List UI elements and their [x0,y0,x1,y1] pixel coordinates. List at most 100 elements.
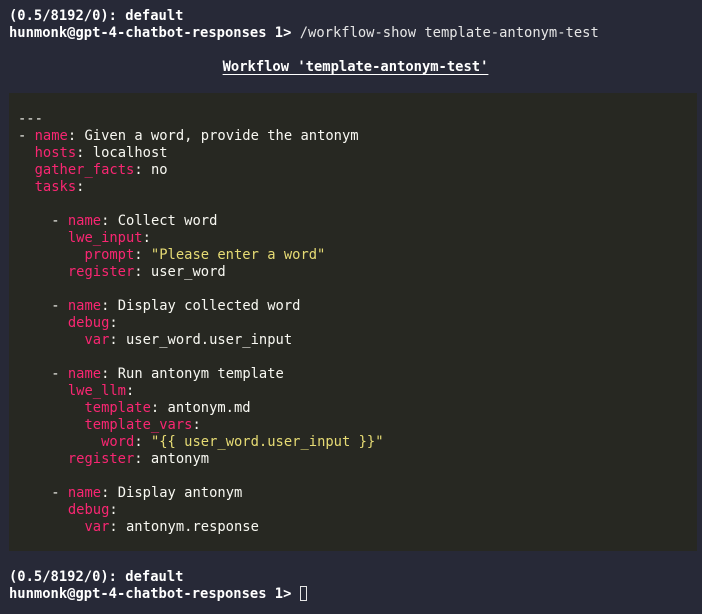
yaml-key: lwe_llm [67,383,126,399]
yaml-key: name [34,128,68,144]
yaml-punct: - [51,485,68,501]
code-line: debug: [18,315,697,332]
yaml-punct: : [134,451,151,467]
yaml-value: localhost [92,145,168,161]
yaml-punct: : [101,298,118,314]
yaml-key: name [67,213,102,229]
yaml-key: var [84,332,110,348]
yaml-key: word [101,434,135,450]
code-line: - name: Display antonym [18,485,697,502]
code-line: var: user_word.user_input [18,332,697,349]
yaml-punct: - [51,298,68,314]
yaml-value: Display antonym [117,485,243,501]
yaml-key: name [67,366,102,382]
shell-prompt: hunmonk@gpt-4-chatbot-responses 1> [9,25,300,41]
yaml-value: user_word.user_input [126,332,293,348]
yaml-punct: : [126,383,135,399]
yaml-value: Collect word [117,213,218,229]
yaml-punct: : [101,213,118,229]
yaml-key: debug [67,315,110,331]
yaml-punct: : [76,179,85,195]
yaml-punct: : [142,230,151,246]
yaml-value: antonym [150,451,210,467]
yaml-value: antonym.response [126,519,259,535]
yaml-key: debug [67,502,110,518]
code-line: template_vars: [18,417,697,434]
code-line: debug: [18,502,697,519]
code-line: - name: Given a word, provide the antony… [18,128,697,145]
yaml-punct: : [101,485,118,501]
terminal-output-top: (0.5/8192/0): default hunmonk@gpt-4-chat… [9,8,702,76]
code-line: hosts: localhost [18,145,697,162]
yaml-key: tasks [34,179,77,195]
yaml-key: template_vars [84,417,193,433]
yaml-punct: - [18,128,35,144]
yaml-punct: : [192,417,201,433]
yaml-punct: : [67,128,85,144]
yaml-punct: - [51,213,68,229]
yaml-string: "Please enter a word" [150,247,326,263]
workflow-title: Workflow 'template-antonym-test' [222,59,489,75]
yaml-key: gather_facts [34,162,135,178]
yaml-punct: : [134,162,151,178]
yaml-punct: : [109,502,118,518]
yaml-key: var [84,519,110,535]
entered-command: /workflow-show template-antonym-test [299,25,599,41]
yaml-punct: : [76,145,93,161]
code-line: template: antonym.md [18,400,697,417]
yaml-value: Run antonym template [117,366,284,382]
yaml-punct: : [134,434,151,450]
code-line: var: antonym.response [18,519,697,536]
yaml-punct: : [109,519,126,535]
code-line: tasks: [18,179,697,196]
status-line-bottom: (0.5/8192/0): default [9,569,184,585]
yaml-punct: : [109,332,126,348]
yaml-string: "{{ user_word.user_input }}" [150,434,384,450]
code-line: prompt: "Please enter a word" [18,247,697,264]
yaml-value: user_word [150,264,226,280]
code-line: register: user_word [18,264,697,281]
yaml-value: Given a word, provide the antonym [84,128,359,144]
yaml-key: prompt [84,247,135,263]
code-line: gather_facts: no [18,162,697,179]
code-line: - name: Run antonym template [18,366,697,383]
code-line: --- [18,111,697,128]
workflow-title-row: Workflow 'template-antonym-test' [9,59,702,76]
yaml-code-block: --- - name: Given a word, provide the ant… [9,93,697,551]
code-line: - name: Display collected word [18,298,697,315]
yaml-value: antonym.md [167,400,251,416]
yaml-value: no [150,162,168,178]
status-line: (0.5/8192/0): default [9,8,184,24]
text-cursor [299,586,307,601]
yaml-key: template [84,400,151,416]
command-line: hunmonk@gpt-4-chatbot-responses 1> /work… [9,25,702,42]
code-line: lwe_llm: [18,383,697,400]
terminal-prompt-bottom: (0.5/8192/0): default hunmonk@gpt-4-chat… [9,569,307,603]
yaml-key: name [67,298,102,314]
yaml-key: register [67,264,135,280]
yaml-punct: : [134,247,151,263]
yaml-punct: : [101,366,118,382]
code-line: word: "{{ user_word.user_input }}" [18,434,697,451]
input-line[interactable]: hunmonk@gpt-4-chatbot-responses 1> [9,586,307,603]
